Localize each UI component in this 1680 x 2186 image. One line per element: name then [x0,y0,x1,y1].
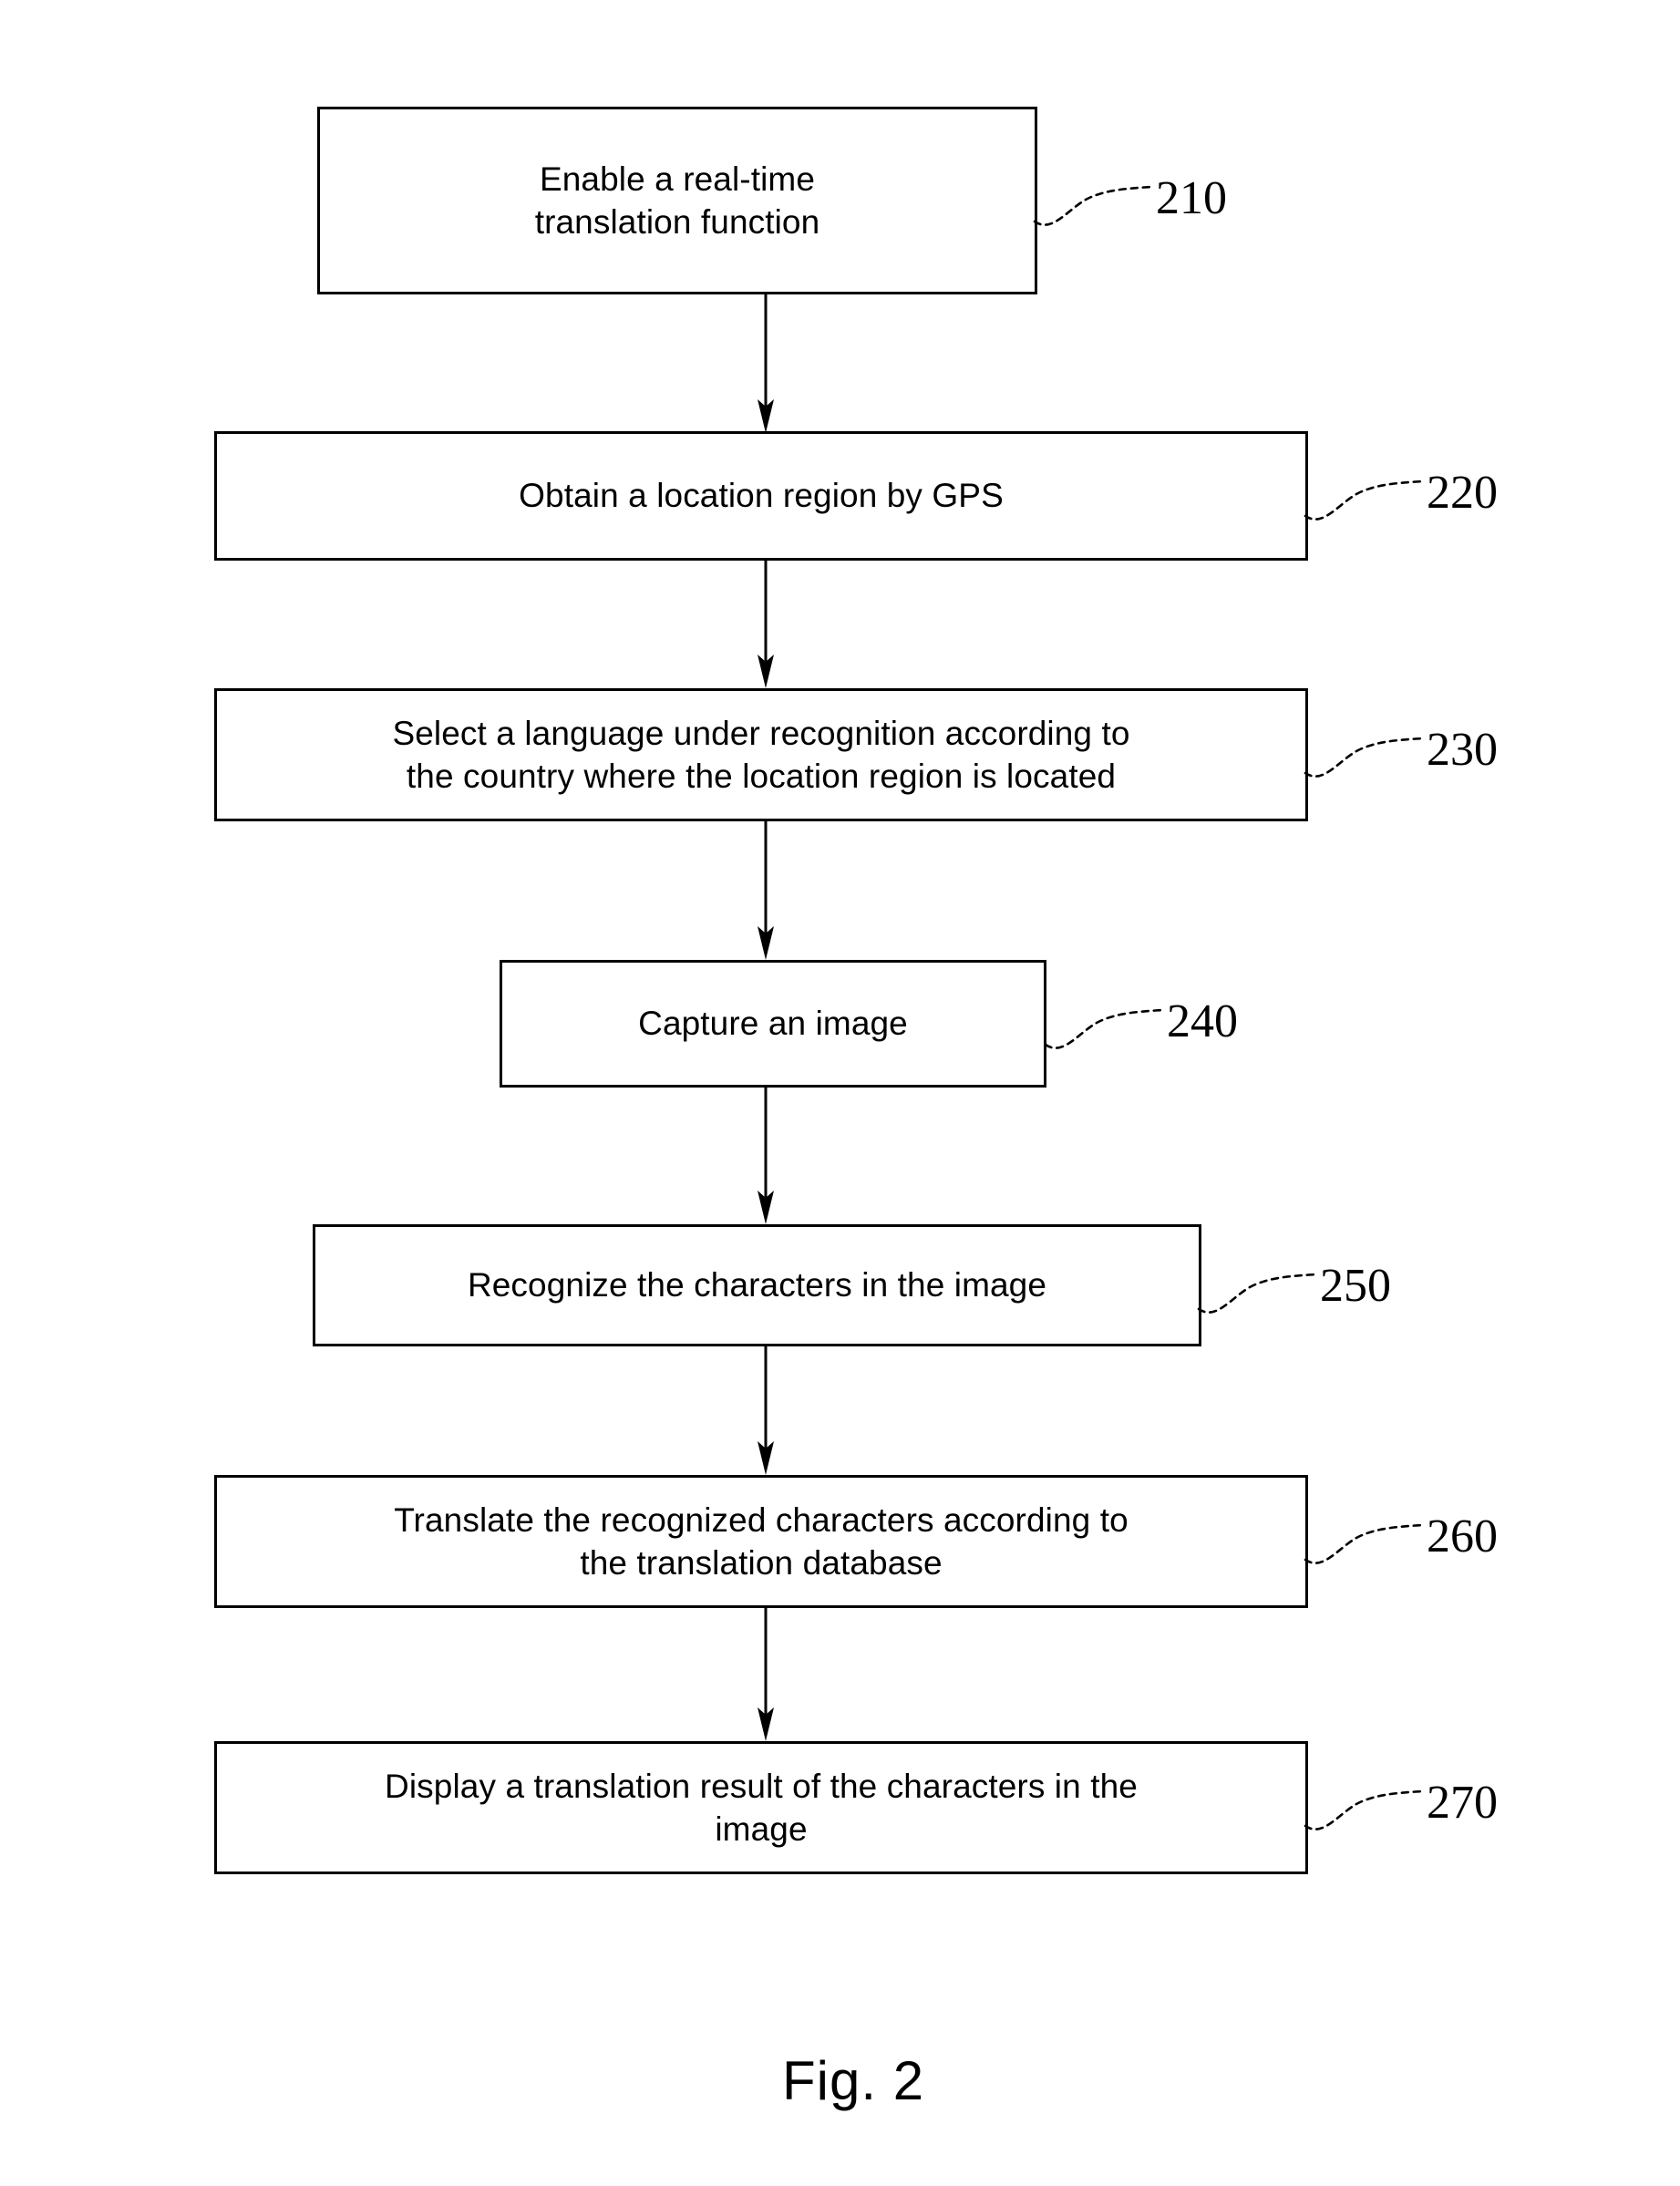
figure-canvas: Enable a real-time translation function … [0,0,1680,2186]
flow-step-label-250: Recognize the characters in the image [467,1266,1047,1304]
flow-step-label-230: Select a language under recognition acco… [392,714,1130,795]
ref-leader-230 [1304,737,1424,778]
flow-step-box-230: Select a language under recognition acco… [214,688,1308,821]
flow-step-box-250: Recognize the characters in the image [313,1224,1201,1346]
ref-number-240: 240 [1167,995,1238,1047]
flow-step-box-220: Obtain a location region by GPS [214,431,1308,561]
connector-arrow-260-270 [758,1605,774,1741]
connector-arrow-250-260 [758,1344,774,1475]
ref-leader-220 [1304,479,1424,521]
ref-leader-270 [1304,1789,1424,1830]
flow-step-label-240: Capture an image [638,1005,908,1043]
flow-step-box-270: Display a translation result of the char… [214,1741,1308,1874]
ref-leader-260 [1304,1523,1424,1564]
ref-leader-250 [1197,1273,1317,1314]
ref-number-250: 250 [1320,1260,1391,1312]
ref-number-230: 230 [1427,724,1498,776]
ref-number-220: 220 [1427,467,1498,519]
ref-number-210: 210 [1156,172,1227,224]
flow-step-box-240: Capture an image [500,960,1046,1088]
connector-arrow-230-240 [758,819,774,960]
figure-caption: Fig. 2 [782,2050,925,2111]
flow-step-box-210: Enable a real-time translation function [317,107,1037,294]
ref-leader-240 [1044,1008,1164,1049]
ref-number-270: 270 [1427,1777,1498,1829]
connector-arrow-210-220 [758,292,774,433]
flow-step-label-260: Translate the recognized characters acco… [394,1500,1129,1582]
ref-number-260: 260 [1427,1511,1498,1562]
flow-step-label-220: Obtain a location region by GPS [519,477,1004,515]
connector-arrow-220-230 [758,558,774,688]
flow-step-box-260: Translate the recognized characters acco… [214,1475,1308,1608]
flow-step-label-210: Enable a real-time translation function [534,160,820,241]
connector-arrow-240-250 [758,1085,774,1224]
flow-step-label-270: Display a translation result of the char… [385,1767,1138,1848]
ref-leader-210 [1033,185,1153,226]
